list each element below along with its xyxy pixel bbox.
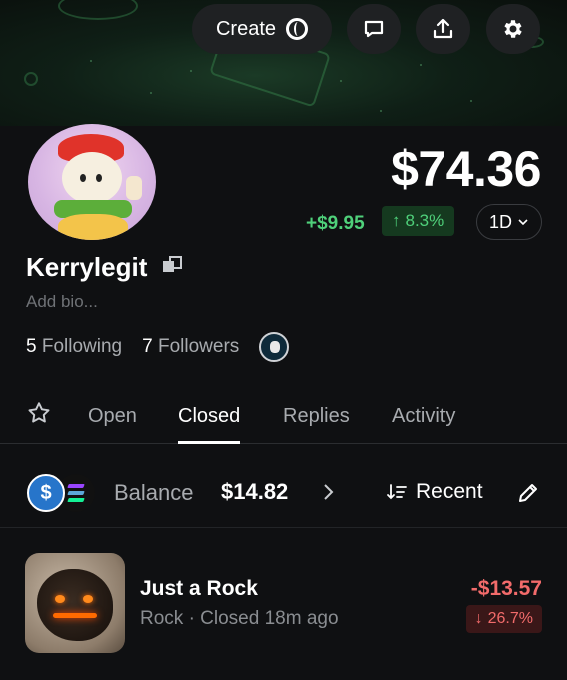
token-title: Just a Rock — [140, 577, 258, 600]
tab-activity[interactable]: Activity — [392, 388, 455, 444]
copy-button[interactable] — [161, 252, 183, 283]
create-button[interactable]: Create — [192, 4, 332, 54]
sort-button[interactable]: Recent — [386, 480, 483, 504]
share-button[interactable] — [416, 4, 470, 54]
range-select[interactable]: 1D — [476, 204, 542, 240]
avatar[interactable] — [28, 124, 156, 240]
list-item[interactable]: Just a Rock Rock · Closed 18m ago -$13.5… — [0, 545, 567, 665]
copy-icon — [163, 256, 183, 272]
chevron-right-icon[interactable] — [318, 482, 338, 502]
tab-replies[interactable]: Replies — [283, 388, 350, 444]
token-image — [25, 553, 125, 653]
star-icon[interactable] — [26, 400, 52, 426]
bio[interactable]: Add bio... — [26, 292, 98, 312]
banner-ring — [58, 0, 138, 20]
position-percent: 26.7% — [487, 610, 533, 627]
balance-row[interactable]: $ Balance $14.82 Recent — [0, 460, 567, 528]
comment-icon — [364, 20, 384, 38]
follow-stats: 5 Following 7 Followers — [26, 332, 290, 362]
position-percent-badge: ↓ 26.7% — [465, 605, 542, 633]
change-amount: +$9.95 — [306, 213, 365, 234]
followers-link[interactable]: 7 Followers — [142, 336, 239, 358]
balance-label: Balance — [114, 480, 194, 505]
position-amount: -$13.57 — [470, 577, 542, 600]
badge-icon[interactable] — [259, 332, 290, 362]
coin-icon — [286, 18, 309, 40]
arrow-down-icon: ↓ — [474, 610, 483, 627]
sort-label: Recent — [416, 480, 483, 503]
create-label: Create — [215, 17, 277, 40]
range-label: 1D — [488, 211, 512, 232]
edit-icon[interactable] — [516, 481, 540, 505]
tab-closed[interactable]: Closed — [178, 388, 241, 444]
banner-ring — [24, 72, 38, 86]
change-percent-badge: ↑ 8.3% — [382, 206, 455, 236]
change-percent: 8.3% — [405, 211, 445, 230]
profile-name-row: Kerrylegit — [26, 252, 183, 283]
username: Kerrylegit — [26, 252, 148, 282]
chevron-down-icon — [518, 219, 528, 226]
share-icon — [433, 18, 453, 39]
balance-value: $14.82 — [221, 479, 289, 504]
following-link[interactable]: 5 Following — [26, 336, 122, 358]
portfolio-value: $74.36 — [391, 141, 541, 197]
settings-button[interactable] — [486, 4, 540, 54]
profile-tabs: Open Closed Replies Activity — [0, 388, 567, 444]
settings-icon — [504, 20, 522, 38]
tab-open[interactable]: Open — [88, 388, 137, 444]
usdc-icon: $ — [27, 474, 65, 512]
sort-icon — [387, 484, 407, 500]
arrow-up-icon: ↑ — [392, 211, 401, 230]
comment-button[interactable] — [347, 4, 401, 54]
token-subtitle: Rock · Closed 18m ago — [140, 608, 339, 629]
